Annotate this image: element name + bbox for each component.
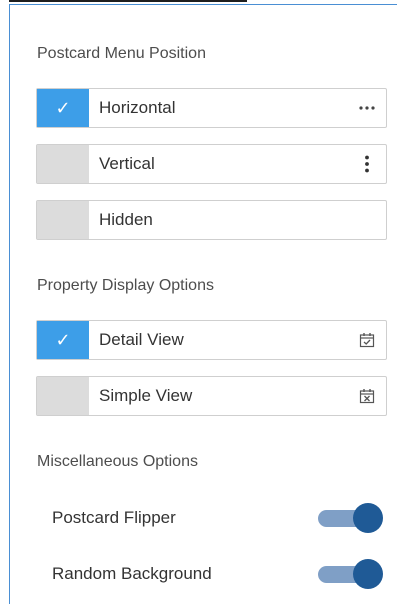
option-label: Horizontal <box>99 98 176 117</box>
toggle-label: Random Background <box>52 564 212 583</box>
toggle-knob <box>353 559 383 589</box>
option-label: Vertical <box>99 154 155 173</box>
toggle-knob <box>353 503 383 533</box>
option-label: Hidden <box>99 210 153 229</box>
horizontal-dots-icon <box>352 89 382 127</box>
checkbox-empty <box>37 201 89 239</box>
section-title-misc-options: Miscellaneous Options <box>37 453 198 470</box>
checkmark-icon: ✓ <box>37 321 89 359</box>
section-title-display-options: Property Display Options <box>37 277 214 294</box>
toggle-row-random-background: Random Background <box>52 558 383 590</box>
toggle-row-postcard-flipper: Postcard Flipper <box>52 502 383 534</box>
checkbox-empty <box>37 377 89 415</box>
random-background-toggle[interactable] <box>318 559 383 589</box>
vertical-dots-icon <box>352 145 382 183</box>
checkmark-icon: ✓ <box>37 89 89 127</box>
section-title-menu-position: Postcard Menu Position <box>37 45 206 62</box>
option-label: Simple View <box>99 386 193 405</box>
top-tab-indicator <box>9 0 247 2</box>
option-vertical[interactable]: Vertical <box>36 144 387 184</box>
option-detail-view[interactable]: ✓ Detail View <box>36 320 387 360</box>
calendar-x-icon <box>352 377 382 415</box>
toggle-label: Postcard Flipper <box>52 508 176 527</box>
checkbox-empty <box>37 145 89 183</box>
option-label: Detail View <box>99 330 184 349</box>
option-hidden[interactable]: Hidden <box>36 200 387 240</box>
option-horizontal[interactable]: ✓ Horizontal <box>36 88 387 128</box>
calendar-check-icon <box>352 321 382 359</box>
option-simple-view[interactable]: Simple View <box>36 376 387 416</box>
postcard-flipper-toggle[interactable] <box>318 503 383 533</box>
